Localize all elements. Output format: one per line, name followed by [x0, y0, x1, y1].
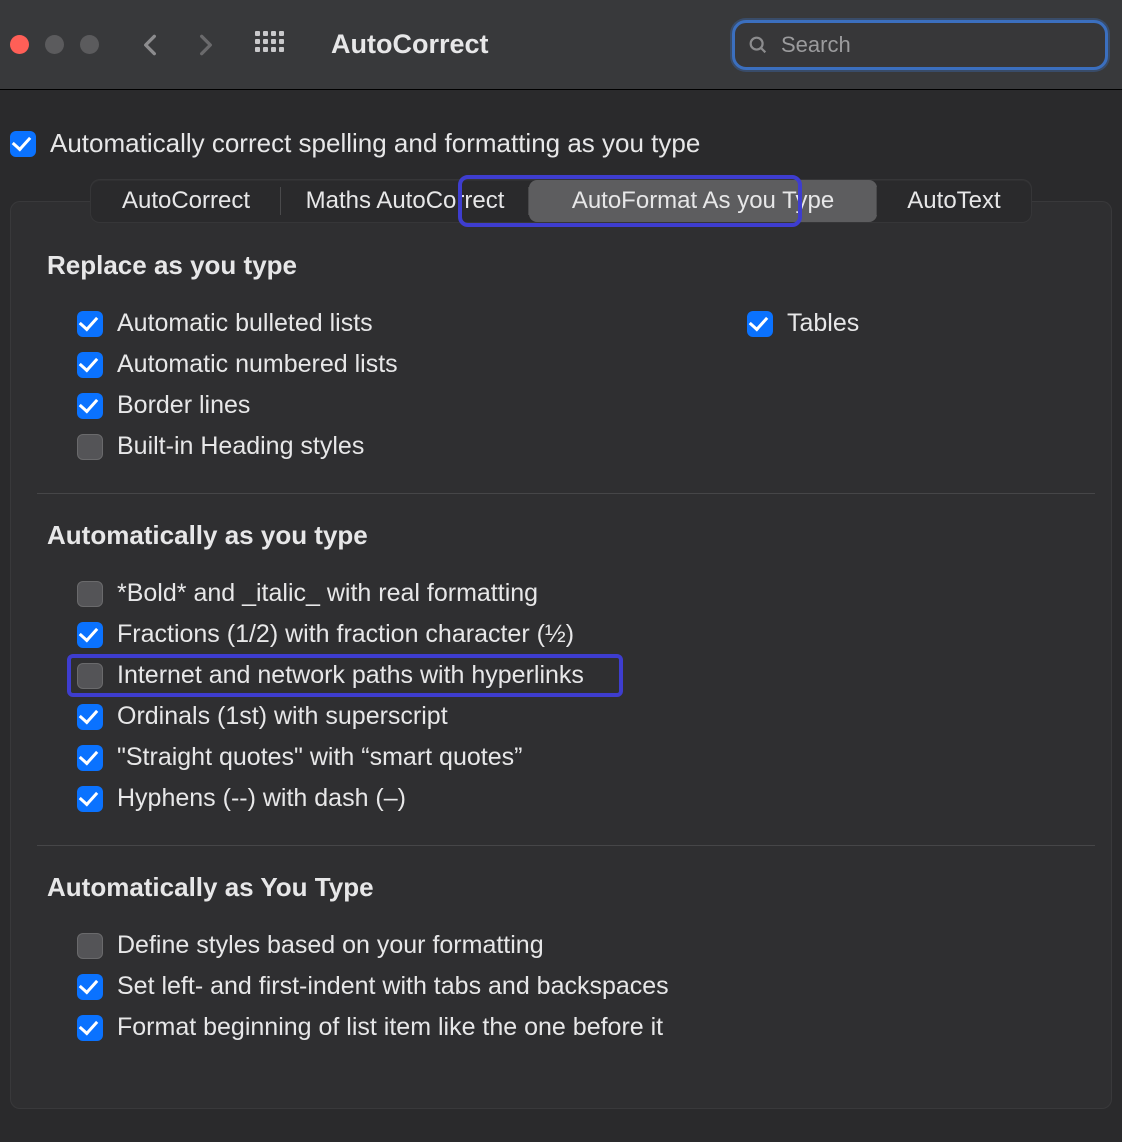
section-title-replace: Replace as you type — [47, 250, 1085, 281]
nav-buttons — [137, 32, 219, 58]
label-tables: Tables — [787, 309, 859, 338]
tab-maths-autocorrect[interactable]: Maths AutoCorrect — [281, 180, 529, 222]
replace-col-right: Tables — [747, 303, 1085, 467]
checkbox-hyphens[interactable] — [77, 786, 103, 812]
divider-1 — [37, 493, 1095, 494]
search-input[interactable] — [779, 31, 1093, 59]
show-all-button[interactable] — [255, 31, 283, 59]
label-fractions: Fractions (1/2) with fraction character … — [117, 620, 574, 649]
opt-numbered-lists: Automatic numbered lists — [77, 344, 687, 385]
opt-fractions: Fractions (1/2) with fraction character … — [77, 614, 1085, 655]
label-define-styles: Define styles based on your formatting — [117, 931, 544, 960]
close-button[interactable] — [10, 35, 29, 54]
divider-2 — [37, 845, 1095, 846]
tab-autocorrect[interactable]: AutoCorrect — [91, 180, 281, 222]
tab-autoformat-as-you-type[interactable]: AutoFormat As you Type — [529, 180, 877, 222]
settings-panel: Replace as you type Automatic bulleted l… — [10, 201, 1112, 1109]
opt-tables: Tables — [747, 303, 1085, 344]
window-controls — [10, 35, 99, 54]
label-numbered-lists: Automatic numbered lists — [117, 350, 398, 379]
label-heading-styles: Built-in Heading styles — [117, 432, 364, 461]
forward-button[interactable] — [193, 32, 219, 58]
checkbox-quotes[interactable] — [77, 745, 103, 771]
checkbox-format-list[interactable] — [77, 1015, 103, 1041]
label-hyphens: Hyphens (--) with dash (–) — [117, 784, 406, 813]
opt-bulleted-lists: Automatic bulleted lists — [77, 303, 687, 344]
toolbar: AutoCorrect — [0, 0, 1122, 90]
opt-define-styles: Define styles based on your formatting — [77, 925, 1085, 966]
window-title: AutoCorrect — [331, 29, 732, 60]
checkbox-bulleted-lists[interactable] — [77, 311, 103, 337]
checkbox-border-lines[interactable] — [77, 393, 103, 419]
back-button[interactable] — [137, 32, 163, 58]
checkbox-tables[interactable] — [747, 311, 773, 337]
label-border-lines: Border lines — [117, 391, 250, 420]
opt-border-lines: Border lines — [77, 385, 687, 426]
maximize-button[interactable] — [80, 35, 99, 54]
opt-bold-italic: *Bold* and _italic_ with real formatting — [77, 573, 1085, 614]
master-checkbox-label: Automatically correct spelling and forma… — [50, 128, 700, 159]
search-field[interactable] — [732, 20, 1108, 70]
replace-col-left: Automatic bulleted lists Automatic numbe… — [47, 303, 687, 467]
checkbox-numbered-lists[interactable] — [77, 352, 103, 378]
checkbox-ordinals[interactable] — [77, 704, 103, 730]
auto1-list: *Bold* and _italic_ with real formatting… — [47, 573, 1085, 819]
label-bulleted-lists: Automatic bulleted lists — [117, 309, 373, 338]
checkbox-heading-styles[interactable] — [77, 434, 103, 460]
tabs-container: AutoCorrect Maths AutoCorrect AutoFormat… — [10, 179, 1112, 223]
label-bold-italic: *Bold* and _italic_ with real formatting — [117, 579, 538, 608]
tab-autotext[interactable]: AutoText — [877, 180, 1031, 222]
opt-hyphens: Hyphens (--) with dash (–) — [77, 778, 1085, 819]
master-checkbox[interactable] — [10, 131, 36, 157]
opt-ordinals: Ordinals (1st) with superscript — [77, 696, 1085, 737]
opt-hyperlinks: Internet and network paths with hyperlin… — [77, 655, 1085, 696]
checkbox-fractions[interactable] — [77, 622, 103, 648]
opt-format-list: Format beginning of list item like the o… — [77, 1007, 1085, 1048]
section-title-auto1: Automatically as you type — [47, 520, 1085, 551]
auto2-list: Define styles based on your formatting S… — [47, 925, 1085, 1048]
checkbox-hyperlinks[interactable] — [77, 663, 103, 689]
label-ordinals: Ordinals (1st) with superscript — [117, 702, 448, 731]
chevron-right-icon — [193, 32, 219, 58]
label-hyperlinks: Internet and network paths with hyperlin… — [117, 661, 584, 690]
label-set-indent: Set left- and first-indent with tabs and… — [117, 972, 669, 1001]
content: Automatically correct spelling and forma… — [0, 90, 1122, 1109]
tabs: AutoCorrect Maths AutoCorrect AutoFormat… — [90, 179, 1032, 223]
section-title-auto2: Automatically as You Type — [47, 872, 1085, 903]
chevron-left-icon — [137, 32, 163, 58]
minimize-button[interactable] — [45, 35, 64, 54]
master-toggle-row: Automatically correct spelling and forma… — [10, 128, 1112, 179]
checkbox-define-styles[interactable] — [77, 933, 103, 959]
opt-heading-styles: Built-in Heading styles — [77, 426, 687, 467]
opt-set-indent: Set left- and first-indent with tabs and… — [77, 966, 1085, 1007]
opt-quotes: "Straight quotes" with “smart quotes” — [77, 737, 1085, 778]
replace-columns: Automatic bulleted lists Automatic numbe… — [47, 303, 1085, 467]
label-quotes: "Straight quotes" with “smart quotes” — [117, 743, 522, 772]
checkbox-bold-italic[interactable] — [77, 581, 103, 607]
search-icon — [747, 34, 769, 56]
label-format-list: Format beginning of list item like the o… — [117, 1013, 663, 1042]
checkbox-set-indent[interactable] — [77, 974, 103, 1000]
